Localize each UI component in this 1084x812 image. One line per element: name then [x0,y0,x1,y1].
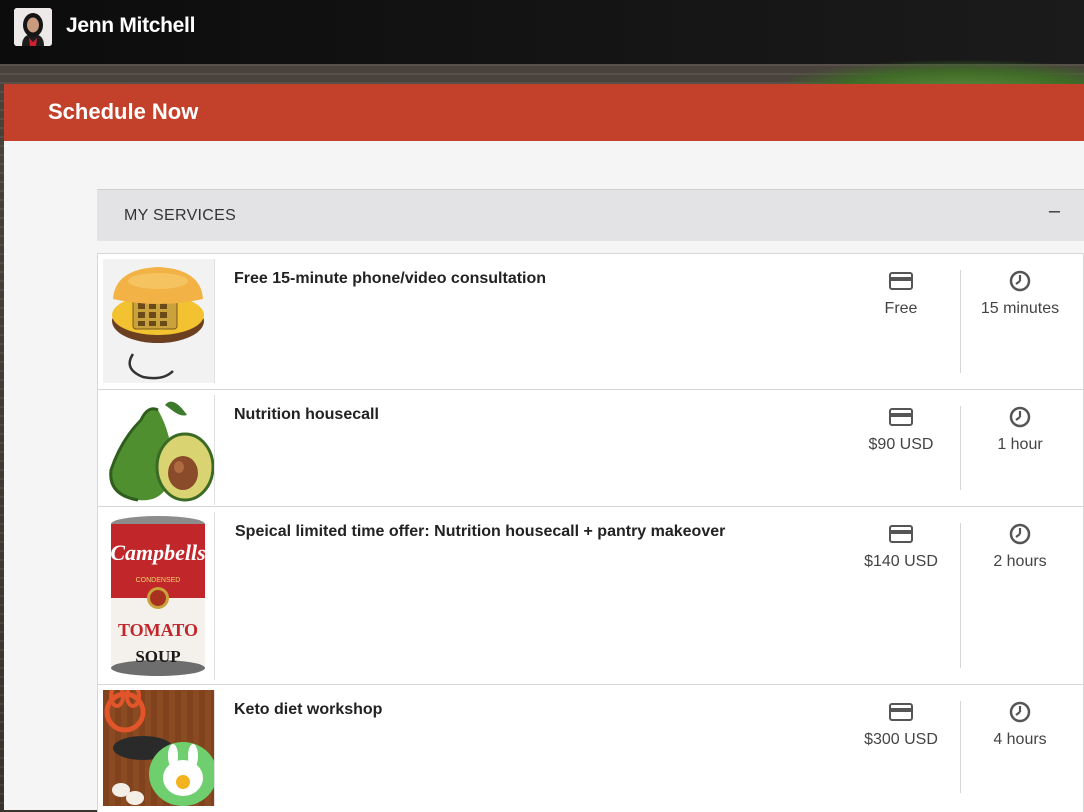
egg-bunny-image [103,690,214,806]
service-price-value: $140 USD [864,553,938,570]
service-price: $140 USD [842,523,960,668]
service-name[interactable]: Free 15-minute phone/video consultation [234,270,546,288]
clock-icon [1009,701,1031,723]
service-name[interactable]: Speical limited time offer: Nutrition ho… [235,523,725,541]
service-duration-value: 1 hour [997,436,1043,453]
credit-card-icon [889,703,913,721]
service-duration-value: 15 minutes [980,300,1060,317]
clock-icon [1009,523,1031,545]
service-price-value: Free [884,300,918,317]
service-thumbnail [103,690,215,806]
soup-can-image: Campbells CONDENSED TOMATO SOUP [103,512,214,680]
service-duration: 15 minutes [960,270,1079,373]
service-price: $90 USD [842,406,960,490]
service-price-value: $90 USD [868,436,934,453]
service-name[interactable]: Keto diet workshop [234,701,382,719]
panel-header: Schedule Now [4,84,1084,141]
services-list: Free 15-minute phone/video consultation … [97,253,1084,812]
credit-card-icon [889,408,913,426]
service-price: $300 USD [842,701,960,793]
soup-type-text: SOUP [135,647,180,666]
service-duration-value: 4 hours [993,731,1047,748]
avocado-image [103,395,214,505]
soup-variety-text: TOMATO [118,620,198,640]
service-duration-value: 2 hours [993,553,1047,570]
service-thumbnail [103,259,215,383]
credit-card-icon [889,272,913,290]
service-row-keto-workshop[interactable]: Keto diet workshop $300 USD 4 hours [98,685,1083,812]
soup-brand-text: Campbells [110,540,205,565]
service-price-value: $300 USD [864,731,938,748]
service-duration: 2 hours [960,523,1079,668]
clock-icon [1009,270,1031,292]
avatar[interactable] [14,8,52,46]
service-row-housecall[interactable]: Nutrition housecall $90 USD 1 hour [98,390,1083,507]
service-row-special-offer[interactable]: Campbells CONDENSED TOMATO SOUP Speical … [98,507,1083,685]
page-title: Schedule Now [48,99,199,124]
service-thumbnail: Campbells CONDENSED TOMATO SOUP [103,512,215,680]
soup-condensed-text: CONDENSED [136,577,181,584]
services-section-header[interactable]: MY SERVICES – [97,189,1084,241]
top-bar: Jenn Mitchell [0,0,1084,64]
service-price: Free [842,270,960,373]
service-row-consultation[interactable]: Free 15-minute phone/video consultation … [98,254,1083,390]
service-duration: 1 hour [960,406,1079,490]
clock-icon [1009,406,1031,428]
collapse-button[interactable]: – [1049,200,1060,223]
schedule-panel: Schedule Now MY SERVICES – Free 15-minut… [4,84,1084,812]
service-duration: 4 hours [960,701,1079,793]
services-section-title: MY SERVICES [124,207,237,224]
service-name[interactable]: Nutrition housecall [234,406,379,424]
user-name[interactable]: Jenn Mitchell [66,14,195,38]
burger-phone-image [103,259,214,383]
credit-card-icon [889,525,913,543]
service-thumbnail [103,395,215,505]
